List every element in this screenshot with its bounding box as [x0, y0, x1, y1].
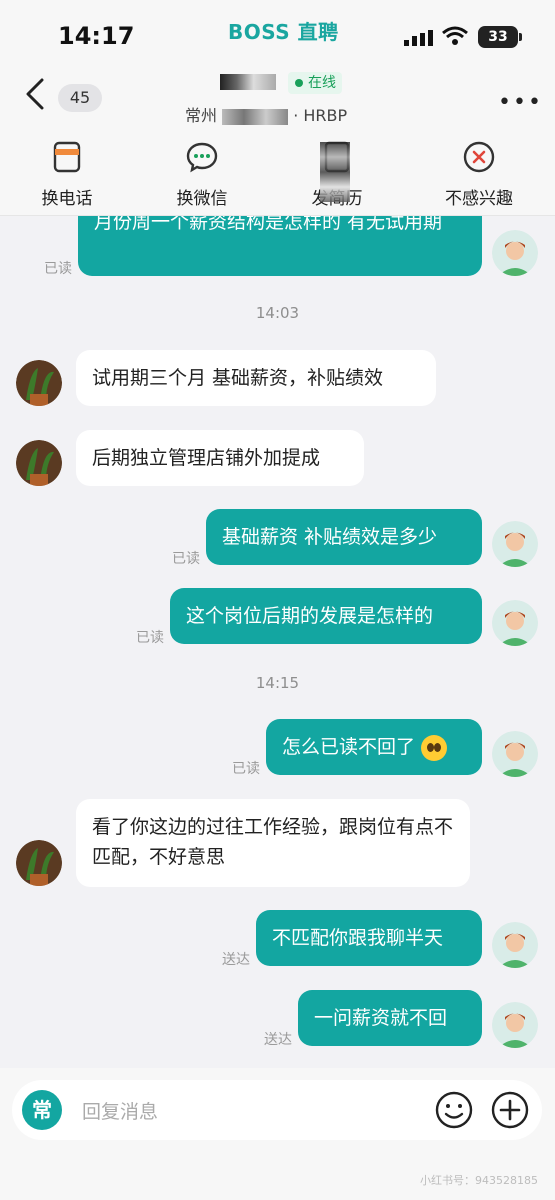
read-status: 已读	[136, 630, 164, 646]
company-role: · HRBP	[293, 106, 348, 125]
more-menu-icon[interactable]: •••	[498, 90, 543, 115]
my-avatar[interactable]	[492, 600, 538, 646]
online-status-badge: 在线	[288, 72, 342, 94]
my-avatar[interactable]	[492, 230, 538, 276]
not-interested-icon	[463, 141, 495, 173]
chat-header: 45 在线 常州 · HRBP •••	[0, 64, 555, 126]
delivered-status: 送达	[222, 952, 250, 968]
message-text: 不匹配你跟我聊半天	[272, 927, 444, 949]
timestamp: 14:15	[255, 674, 300, 692]
read-status: 已读	[172, 551, 200, 567]
message-bubble-outgoing[interactable]: 基础薪资 补贴绩效是多少	[206, 509, 482, 565]
timestamp: 14:03	[255, 304, 300, 322]
read-status: 已读	[44, 261, 72, 277]
status-bar: 14:17 BOSS 直聘 33	[0, 0, 555, 64]
watermark: 小红书号：943528185	[420, 1174, 538, 1187]
message-input-placeholder[interactable]: 回复消息	[82, 1097, 158, 1124]
message-text: 后期独立管理店铺外加提成	[92, 447, 321, 469]
contact-avatar[interactable]	[16, 440, 62, 486]
company-prefix: 常州	[185, 106, 218, 125]
message-bubble-outgoing[interactable]: 这个岗位后期的发展是怎样的	[170, 588, 482, 644]
battery-nub	[519, 33, 522, 41]
my-avatar[interactable]	[492, 731, 538, 777]
message-bubble-incoming[interactable]: 试用期三个月 基础薪资，补贴绩效	[76, 350, 436, 406]
my-avatar[interactable]	[492, 521, 538, 567]
message-text: 这个岗位后期的发展是怎样的	[186, 605, 434, 627]
message-input[interactable]: 常 回复消息	[12, 1080, 542, 1140]
phone-card-icon	[53, 141, 81, 173]
back-arrow-icon[interactable]	[24, 78, 48, 110]
message-text: 怎么已读不回了	[282, 736, 416, 758]
exchange-wechat-button[interactable]: 换微信	[147, 136, 257, 210]
message-text: 月份周一个薪资结构是怎样的 有无试用期	[94, 216, 443, 233]
message-bubble-outgoing[interactable]: 怎么已读不回了	[266, 719, 482, 775]
input-bar: 常 回复消息 小红书号：943528185	[0, 1068, 555, 1200]
message-bubble-outgoing[interactable]: 不匹配你跟我聊半天	[256, 910, 482, 966]
not-interested-button[interactable]: 不感兴趣	[424, 136, 534, 210]
emoji-icon[interactable]	[434, 1090, 474, 1130]
exchange-phone-button[interactable]: 换电话	[12, 136, 122, 210]
message-text: 一问薪资就不回	[314, 1007, 448, 1029]
message-bubble-incoming[interactable]: 看了你这边的过往工作经验，跟岗位有点不匹配，不好意思	[76, 799, 470, 887]
message-bubble-outgoing[interactable]: 一问薪资就不回	[298, 990, 482, 1046]
read-status: 已读	[232, 761, 260, 777]
message-list[interactable]: 月份周一个薪资结构是怎样的 有无试用期 已读 14:03 试用期三个月 基础薪资…	[0, 216, 555, 1068]
company-name-redacted	[222, 108, 289, 125]
pleading-face-emoji	[421, 734, 448, 761]
plus-icon[interactable]	[490, 1090, 530, 1130]
my-avatar[interactable]	[492, 922, 538, 968]
redaction-block	[320, 142, 350, 202]
contact-company: 常州 · HRBP	[185, 102, 347, 126]
contact-avatar[interactable]	[16, 360, 62, 406]
message-text: 基础薪资 补贴绩效是多少	[222, 526, 438, 548]
message-bubble-incoming[interactable]: 后期独立管理店铺外加提成	[76, 430, 364, 486]
app-logo: BOSS 直聘	[228, 20, 339, 44]
quick-reply-button[interactable]: 常	[22, 1090, 62, 1130]
contact-name-redacted	[220, 74, 276, 90]
exchange-wechat-label: 换微信	[176, 189, 228, 209]
status-time: 14:17	[58, 22, 135, 50]
exchange-phone-label: 换电话	[41, 189, 93, 209]
my-avatar[interactable]	[492, 1002, 538, 1048]
not-interested-label: 不感兴趣	[445, 189, 513, 209]
wifi-icon	[442, 26, 468, 45]
message-bubble-outgoing[interactable]: 月份周一个薪资结构是怎样的 有无试用期	[78, 216, 482, 276]
signal-icon	[404, 30, 433, 46]
contact-avatar[interactable]	[16, 840, 62, 886]
unread-count-badge[interactable]: 45	[58, 84, 102, 112]
action-bar: 换电话 换微信 发简历 不感兴趣	[0, 126, 555, 216]
battery-indicator: 33	[478, 26, 518, 48]
contact-info[interactable]: 在线 常州 · HRBP	[180, 68, 380, 125]
message-text: 看了你这边的过往工作经验，跟岗位有点不匹配，不好意思	[92, 816, 454, 868]
message-text: 试用期三个月 基础薪资，补贴绩效	[92, 367, 384, 389]
wechat-icon	[186, 142, 218, 173]
delivered-status: 送达	[264, 1032, 292, 1048]
